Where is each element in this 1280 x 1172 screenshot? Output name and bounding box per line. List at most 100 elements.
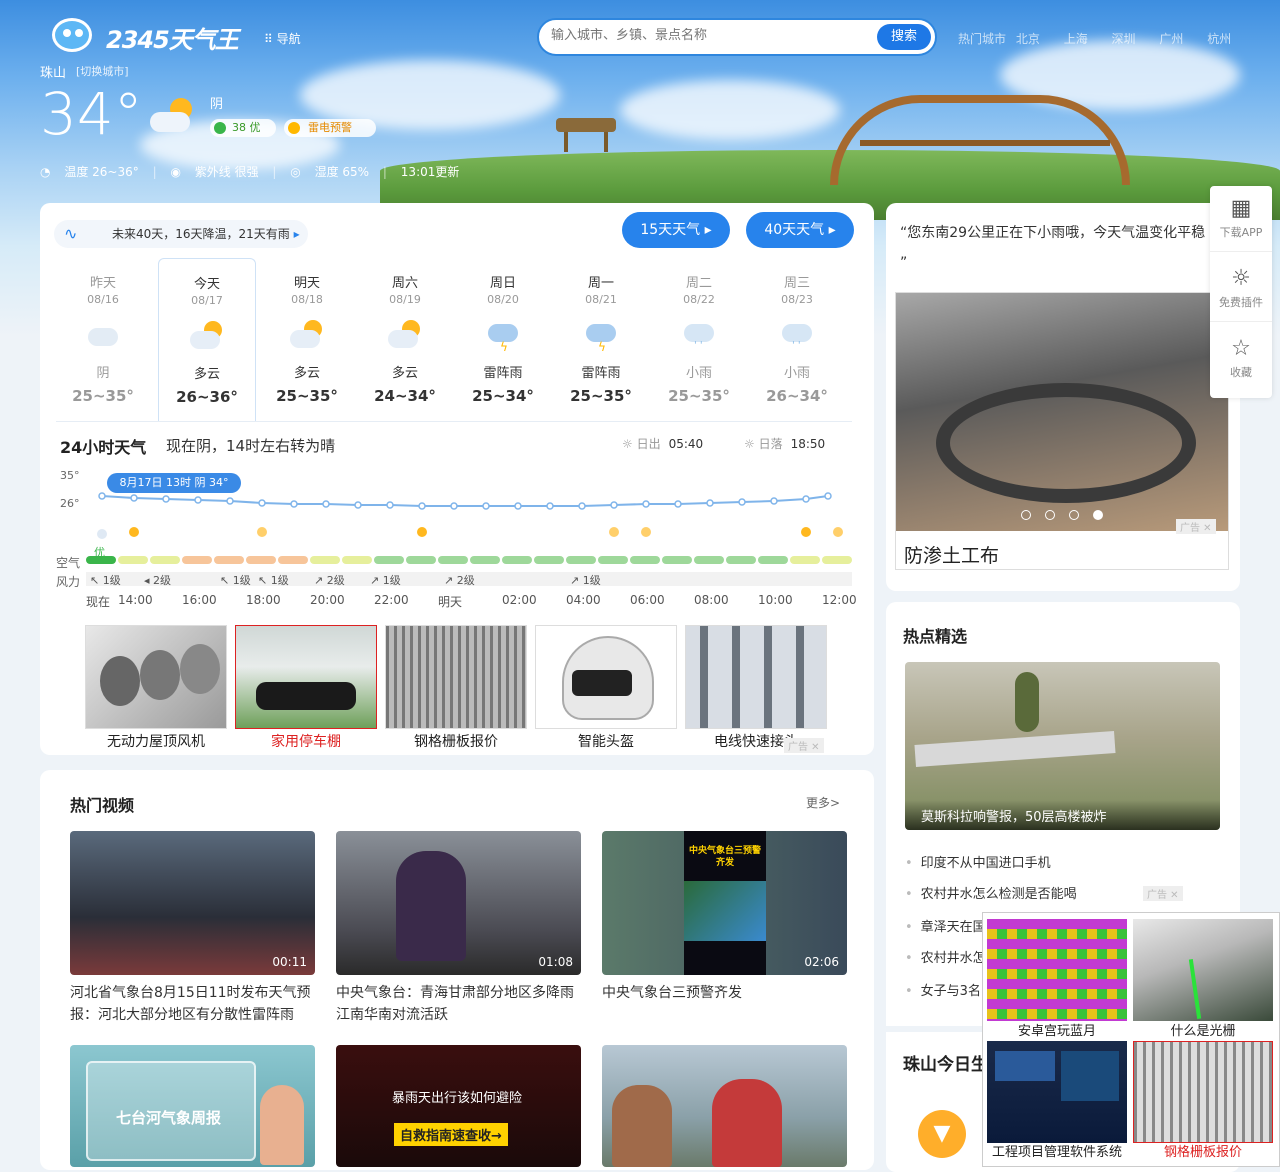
ad-caption[interactable]: 钢格栅板报价 (385, 731, 527, 751)
video-thumbnail[interactable]: 暴雨天出行该如何避险 自救指南速查收→ (336, 1045, 581, 1167)
carousel-dot-active[interactable] (1093, 510, 1103, 520)
popup-ad-tile[interactable] (987, 1041, 1127, 1143)
ad-caption[interactable]: 智能头盔 (535, 731, 677, 751)
switch-city-link[interactable]: [切换城市] (76, 63, 129, 79)
ad-image[interactable] (535, 625, 677, 729)
thunderstorm-icon: ϟ (486, 320, 520, 354)
day-forecast[interactable]: 明天 08/18 多云 25~35° (258, 258, 356, 420)
video-caption[interactable]: 中央气象台三预警齐发 (602, 982, 852, 1004)
side-toolbar: ▦ 下载APP ☼ 免费插件 ☆ 收藏 (1210, 186, 1272, 398)
day-forecast[interactable]: 周二 08/22 ' ' 小雨 25~35° (650, 258, 748, 420)
aqi-segment (438, 556, 468, 564)
video-thumbnail[interactable]: 01:08 (336, 831, 581, 975)
video-thumbnail[interactable]: 七台河气象周报 (70, 1045, 315, 1167)
video-thumbnail[interactable] (602, 1045, 847, 1167)
search-input[interactable] (551, 28, 871, 43)
alert-badge[interactable]: 雷电预警 (284, 119, 376, 137)
ad-tag[interactable]: 广告 ✕ (1176, 519, 1216, 534)
hot-city-link[interactable]: 杭州 (1207, 32, 1231, 46)
day-forecast[interactable]: 周日 08/20 ϟ 雷阵雨 25~34° (454, 258, 552, 420)
popup-ad-tile[interactable] (1133, 1041, 1273, 1143)
current-stats: ◔ 温度 26~36° | ◉ 紫外线 很强 | ◎ 湿度 65% | 13:0… (40, 165, 460, 179)
ad-image[interactable] (385, 625, 527, 729)
popup-ad-tile[interactable] (987, 919, 1127, 1021)
more-link[interactable]: 更多> (806, 794, 840, 811)
video-thumbnail[interactable]: 中央气象台三预警齐发 02:06 (602, 831, 847, 975)
ad-tag[interactable]: 广告 ✕ (1143, 886, 1183, 901)
video-duration: 02:06 (804, 955, 839, 969)
hour-label: 02:00 (502, 593, 537, 607)
carousel-dot[interactable] (1021, 510, 1031, 520)
popup-ad-caption[interactable]: 安卓宫玩蓝月 (987, 1020, 1127, 1039)
carousel-dot[interactable] (1045, 510, 1055, 520)
plugin-button[interactable]: ☼ 免费插件 (1210, 256, 1272, 322)
news-link[interactable]: 女子与3名 (905, 980, 981, 999)
day-forecast[interactable]: 周三 08/23 ' ' 小雨 26~34° (748, 258, 846, 420)
popup-ad-caption[interactable]: 什么是光栅 (1133, 1020, 1273, 1039)
ad-caption[interactable]: 家用停车棚 (235, 731, 377, 751)
hour-label: 14:00 (118, 593, 153, 607)
day-forecast[interactable]: 周六 08/19 多云 24~34° (356, 258, 454, 420)
aqi-segment (726, 556, 756, 564)
hourly-temperature-line (97, 492, 843, 539)
news-link[interactable]: 农村井水怎 (905, 947, 986, 966)
video-overlay-text: 自救指南速查收→ (394, 1123, 508, 1146)
day-forecast[interactable]: 昨天 08/16 阴 25~35° (54, 258, 152, 420)
divider (56, 421, 852, 422)
ad-caption[interactable]: 无动力屋顶风机 (85, 731, 227, 751)
forecast-40day-note[interactable]: ∿ 未来40天，16天降温，21天有雨 ▸ (54, 220, 308, 248)
logo[interactable]: 2345天气王 (106, 20, 239, 55)
hour-label: 06:00 (630, 593, 665, 607)
clothing-icon[interactable]: ▼ (918, 1110, 966, 1158)
favorite-button[interactable]: ☆ 收藏 (1210, 326, 1272, 392)
aqi-segment (598, 556, 628, 564)
news-link[interactable]: 印度不从中国进口手机 (905, 852, 1051, 871)
wind-level: ↖ 1级 (90, 574, 121, 587)
light-rain-icon: ' ' (780, 320, 814, 351)
carousel-dot[interactable] (1069, 510, 1079, 520)
search-button[interactable]: 搜索 (877, 24, 931, 50)
hot-city-link[interactable]: 深圳 (1112, 32, 1136, 46)
aqi-segment (790, 556, 820, 564)
trend-icon: ∿ (64, 224, 78, 243)
hot-city-link[interactable]: 广州 (1159, 32, 1183, 46)
15-day-button[interactable]: 15天天气 ▸ (622, 212, 730, 248)
day-forecast-today[interactable]: 今天 08/17 多云 26~36° (158, 258, 256, 422)
download-app-button[interactable]: ▦ 下载APP (1210, 186, 1272, 252)
ad-tag[interactable]: 广告 ✕ (784, 738, 824, 753)
40-day-button[interactable]: 40天天气 ▸ (746, 212, 854, 248)
sun-icon: ☼ (1231, 266, 1251, 291)
nowcast-message: “您东南29公里正在下小雨哦，今天气温变化平稳 ” (900, 225, 1206, 271)
popup-ad-caption[interactable]: 钢格栅板报价 (1133, 1141, 1273, 1160)
hour-label: 10:00 (758, 593, 793, 607)
ad-image[interactable] (85, 625, 227, 729)
hot-city-link[interactable]: 北京 (1016, 32, 1040, 46)
wind-level: ↖ 1级 (258, 574, 289, 587)
hour-label: 08:00 (694, 593, 729, 607)
aqi-badge[interactable]: 38 优 (210, 119, 276, 137)
nav-button[interactable]: ⠿ 导航 (264, 30, 301, 47)
aqi-segment (214, 556, 244, 564)
banner-caption[interactable]: 防渗土工布 (904, 541, 999, 568)
day-forecast[interactable]: 周一 08/21 ϟ 雷阵雨 25~35° (552, 258, 650, 420)
news-link[interactable]: 农村井水怎么检测是否能喝 (905, 883, 1077, 902)
ad-image[interactable] (235, 625, 377, 729)
video-thumbnail[interactable]: 00:11 (70, 831, 315, 975)
light-rain-icon: ' ' (682, 320, 716, 351)
hot-news-image[interactable]: 莫斯科拉响警报，50层高楼被炸 (905, 662, 1220, 830)
sunset: ☼ 日落 18:50 (744, 437, 826, 451)
ad-image[interactable] (685, 625, 827, 729)
video-caption[interactable]: 河北省气象台8月15日11时发布天气预报：河北大部分地区有分散性雷阵雨 (70, 982, 320, 1026)
aqi-segment (246, 556, 276, 564)
hot-cities-label: 热门城市 (958, 32, 1007, 46)
news-link[interactable]: 章泽天在国 (905, 916, 986, 935)
popup-ad-caption[interactable]: 工程项目管理软件系统 (987, 1141, 1127, 1160)
wind-level: ↗ 2级 (314, 574, 345, 587)
popup-ad-tile[interactable] (1133, 919, 1273, 1021)
hourly-description: 现在阴，14时左右转为晴 (166, 437, 336, 455)
humidity-icon: ◎ (290, 165, 301, 179)
logo-icon[interactable] (52, 18, 92, 52)
hot-city-link[interactable]: 上海 (1064, 32, 1088, 46)
video-caption[interactable]: 中央气象台：青海甘肃部分地区多降雨江南华南对流活跃 (336, 982, 586, 1026)
hour-label: 16:00 (182, 593, 217, 607)
